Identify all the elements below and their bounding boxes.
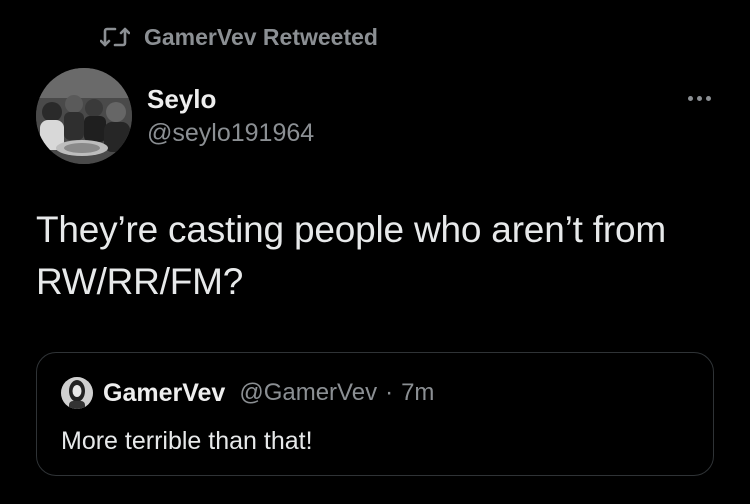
quoted-separator: ·	[385, 379, 394, 406]
user-avatar[interactable]	[36, 68, 132, 164]
quoted-handle[interactable]: @GamerVev	[239, 379, 377, 407]
retweet-icon	[100, 25, 130, 49]
quoted-tweet-header: GamerVev @GamerVev · 7m	[61, 377, 434, 409]
quoted-timestamp[interactable]: 7m	[401, 379, 434, 407]
retweet-label[interactable]: GamerVev Retweeted	[144, 24, 378, 51]
more-options-icon[interactable]	[682, 86, 716, 110]
tweet-text: They’re casting people who aren’t from R…	[36, 209, 666, 302]
author-handle[interactable]: @seylo191964	[147, 117, 314, 149]
retweet-header: GamerVev Retweeted	[100, 22, 378, 52]
author-display-name[interactable]: Seylo	[147, 82, 314, 116]
tweet-author: Seylo @seylo191964	[147, 82, 314, 149]
quoted-tweet-text: More terrible than that!	[61, 427, 313, 455]
quoted-tweet-card[interactable]: GamerVev @GamerVev · 7m More terrible th…	[36, 352, 714, 476]
quoted-display-name[interactable]: GamerVev	[103, 379, 225, 408]
more-dot	[696, 95, 702, 101]
quoted-user-avatar[interactable]	[61, 377, 93, 409]
more-dot	[687, 95, 693, 101]
more-dot	[705, 95, 711, 101]
